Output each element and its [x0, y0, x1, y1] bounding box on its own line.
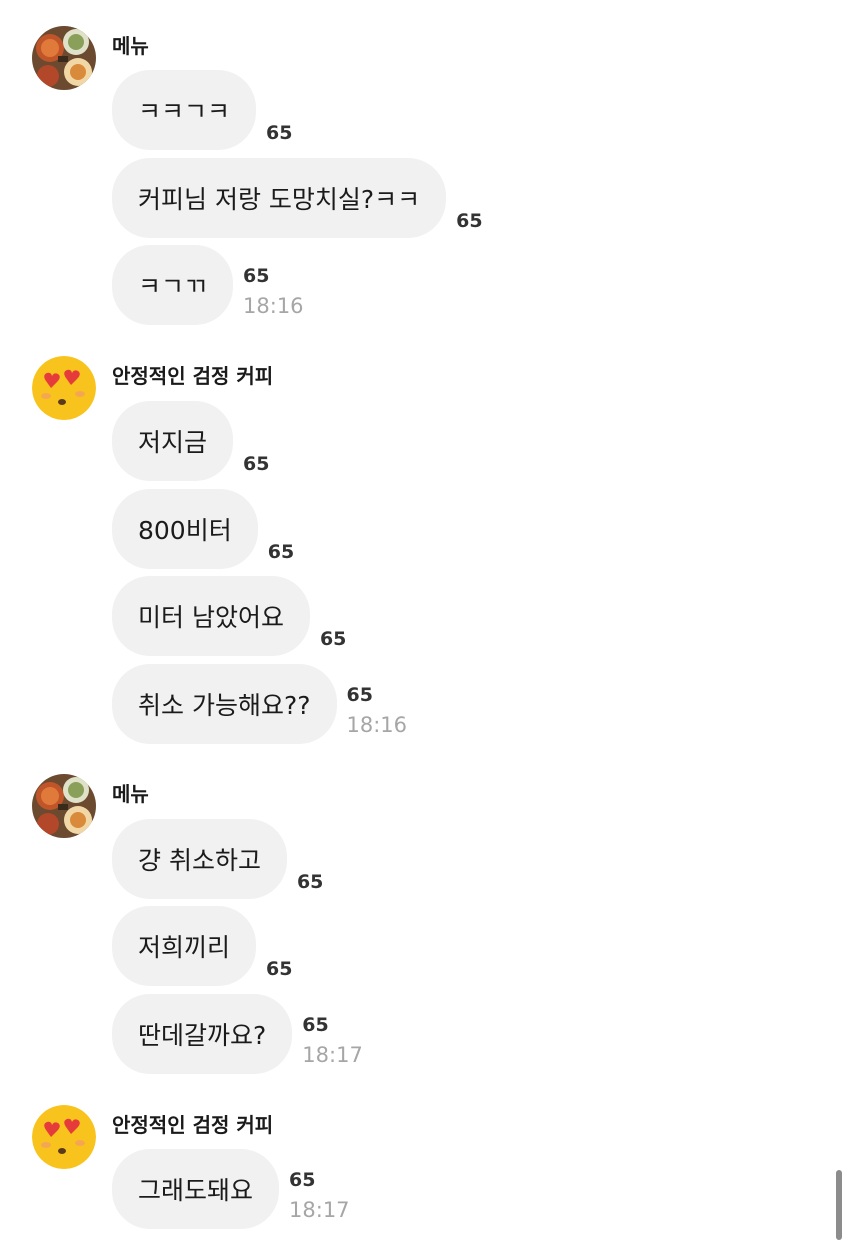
- message-bubble[interactable]: 저희끼리: [112, 906, 257, 986]
- message-row: 미터 남았어요 65: [112, 576, 346, 656]
- message-meta: 65: [266, 958, 292, 986]
- message-meta: 65: [297, 871, 323, 899]
- message-meta: 65 18:16: [243, 265, 304, 325]
- food-photo-avatar[interactable]: [32, 774, 96, 838]
- message-bubble[interactable]: 딴데갈까요?: [112, 994, 293, 1074]
- message-row: 커피님 저랑 도망치실?ㅋㅋ 65: [112, 158, 483, 238]
- message-bubble[interactable]: 미터 남았어요: [112, 576, 310, 656]
- sender-name: 안정적인 검정 커피: [112, 1113, 274, 1137]
- read-count: 65: [296, 871, 324, 893]
- read-count: 65: [456, 210, 483, 232]
- message-row: 800비터 65: [112, 489, 294, 569]
- message-meta: 65: [268, 541, 294, 569]
- read-count: 65: [267, 541, 295, 563]
- message-meta: 65: [266, 122, 292, 150]
- read-count: 65: [319, 628, 347, 650]
- message-row: ㅋㄱㄲ 65 18:16: [112, 245, 304, 325]
- message-bubble[interactable]: 800비터: [112, 489, 258, 569]
- message-meta: 65: [456, 210, 482, 238]
- message-row: 취소 가능해요?? 65 18:16: [112, 664, 407, 744]
- read-count: 65: [346, 684, 373, 706]
- message-row: 걍 취소하고 65: [112, 819, 323, 899]
- heart-eyes-emoji-avatar[interactable]: [32, 356, 96, 420]
- message-meta: 65 18:17: [302, 1014, 363, 1074]
- sender-name: 메뉴: [112, 34, 149, 58]
- message-row: 딴데갈까요? 65 18:17: [112, 994, 363, 1074]
- read-count: 65: [302, 1014, 329, 1036]
- message-row: ㅋㅋㄱㅋ 65: [112, 70, 292, 150]
- message-meta: 65: [243, 453, 269, 481]
- read-count: 65: [266, 958, 293, 980]
- heart-eyes-emoji-avatar[interactable]: [32, 1105, 96, 1169]
- message-meta: 65 18:17: [289, 1169, 350, 1229]
- message-row: 저희끼리 65: [112, 906, 292, 986]
- message-bubble[interactable]: ㅋㅋㄱㅋ: [112, 70, 257, 150]
- message-timestamp: 18:17: [289, 1198, 350, 1222]
- scrollbar[interactable]: [836, 1170, 842, 1240]
- message-meta: 65 18:16: [347, 684, 408, 744]
- read-count: 65: [266, 122, 293, 144]
- message-bubble[interactable]: ㅋㄱㄲ: [112, 245, 234, 325]
- message-timestamp: 18:16: [346, 713, 408, 737]
- read-count: 65: [243, 453, 270, 475]
- food-photo-avatar[interactable]: [32, 26, 96, 90]
- sender-name: 안정적인 검정 커피: [112, 364, 274, 388]
- message-bubble[interactable]: 걍 취소하고: [112, 819, 287, 899]
- message-timestamp: 18:16: [243, 294, 304, 318]
- message-timestamp: 18:17: [302, 1043, 363, 1067]
- message-bubble[interactable]: 그래도돼요: [112, 1149, 280, 1229]
- read-count: 65: [243, 265, 270, 287]
- message-row: 그래도돼요 65 18:17: [112, 1149, 350, 1229]
- sender-name: 메뉴: [112, 782, 149, 806]
- message-bubble[interactable]: 취소 가능해요??: [112, 664, 337, 744]
- message-bubble[interactable]: 커피님 저랑 도망치실?ㅋㅋ: [112, 158, 447, 238]
- read-count: 65: [289, 1169, 316, 1191]
- message-bubble[interactable]: 저지금: [112, 401, 234, 481]
- message-meta: 65: [320, 628, 346, 656]
- message-row: 저지금 65: [112, 401, 269, 481]
- chat-screen: 메뉴 ㅋㅋㄱㅋ 65 커피님 저랑 도망치실?ㅋㅋ 65 ㅋㄱㄲ 65 18:1…: [0, 0, 850, 1254]
